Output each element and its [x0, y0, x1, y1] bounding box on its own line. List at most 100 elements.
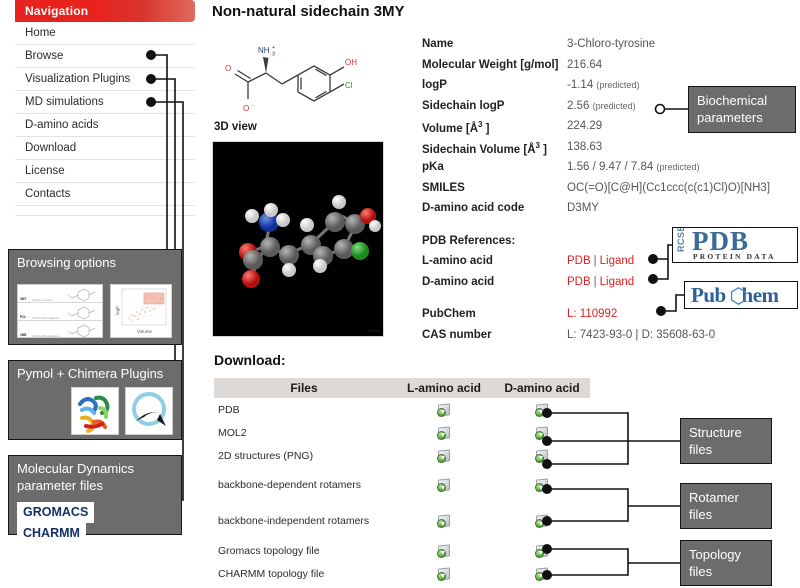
pubchem-row: PubChem L: 110992 — [422, 308, 618, 320]
view3d-label: 3D view — [214, 121, 257, 133]
download-d[interactable] — [494, 398, 590, 421]
callout-md-parameter-files: Molecular Dynamics parameter files GROMA… — [8, 455, 182, 544]
download-icon[interactable] — [535, 425, 549, 440]
download-icon[interactable] — [535, 448, 549, 463]
table-row: 2D structures (PNG) — [214, 444, 590, 467]
download-l[interactable] — [394, 421, 494, 444]
svg-text:NH: NH — [258, 46, 270, 55]
table-row: PDB — [214, 398, 590, 421]
property-row: Molecular Weight [g/mol] 216.64 — [422, 58, 603, 71]
download-l[interactable] — [394, 503, 494, 539]
callout-biochemical-parameters: Biochemical parameters — [688, 86, 796, 133]
file-label: Gromacs topology file — [218, 544, 320, 557]
download-table: Files L-amino acid D-amino acid PDB MOL2… — [214, 378, 590, 585]
hexagon-icon — [730, 287, 747, 305]
viewer-watermark: JSMol — [367, 328, 379, 333]
navigation-sidebar: Navigation Home Browse Visualization Plu… — [15, 0, 195, 216]
callout-pymol-chimera-plugins: Pymol + Chimera Plugins — [8, 360, 182, 440]
sidebar-item-contacts[interactable]: Contacts — [15, 183, 195, 206]
download-l[interactable] — [394, 467, 494, 503]
sidebar-item-download[interactable]: Download — [15, 137, 195, 160]
download-icon[interactable] — [437, 566, 451, 581]
navigation-header: Navigation — [15, 0, 195, 22]
table-row: backbone-dependent rotamers — [214, 467, 590, 503]
sidebar-item-visualization-plugins[interactable]: Visualization Plugins — [15, 68, 195, 91]
molecule-2d-structure: NH 3 + O O - OH Cl — [225, 45, 357, 113]
column-d-amino-acid: D-amino acid — [494, 378, 590, 398]
download-icon[interactable] — [437, 543, 451, 558]
callout-plugins-label: Pymol + Chimera Plugins — [17, 366, 164, 381]
chimera-thumbnail — [125, 387, 173, 435]
callout-browsing-label: Browsing options — [17, 255, 116, 270]
download-d[interactable] — [494, 421, 590, 444]
download-l[interactable] — [394, 562, 494, 585]
file-label: CHARMM topology file — [218, 567, 325, 580]
table-row: backbone-independent rotamers — [214, 503, 590, 539]
browse-table-thumbnail: 3MY 3-Chloro-tyrosine PCL 4-Chloro-Pheny… — [17, 284, 103, 338]
svg-text:O: O — [243, 104, 249, 113]
volume-key: Volume [Å3 ] — [422, 120, 490, 135]
cas-row: CAS number L: 7423-93-0 | D: 35608-63-0 — [422, 328, 716, 341]
property-row: D-amino acid code D3MY — [422, 202, 599, 214]
download-icon[interactable] — [535, 543, 549, 558]
download-d[interactable] — [494, 503, 590, 539]
download-icon[interactable] — [437, 425, 451, 440]
sidebar-item-d-amino-acids[interactable]: D-amino acids — [15, 114, 195, 137]
mini-xlabel: Volume — [137, 329, 153, 334]
pubchem-link[interactable]: L: 110992 — [567, 308, 617, 320]
svg-text:Cl: Cl — [345, 81, 353, 90]
ligand-link-l[interactable]: Ligand — [600, 255, 635, 267]
file-label: 2D structures (PNG) — [218, 449, 314, 462]
ligand-link-d[interactable]: Ligand — [600, 276, 635, 288]
sidebar-item-license[interactable]: License — [15, 160, 195, 183]
download-l[interactable] — [394, 398, 494, 421]
pdb-link-d[interactable]: PDB — [567, 276, 591, 288]
molecule-3d-viewer[interactable]: JSMol — [212, 141, 384, 337]
download-icon[interactable] — [535, 402, 549, 417]
table-row: MOL2 — [214, 421, 590, 444]
callout-topology-files: Topology files — [680, 540, 772, 586]
sidebar-item-browse[interactable]: Browse — [15, 45, 195, 68]
download-l[interactable] — [394, 539, 494, 562]
sidebar-item-home[interactable]: Home — [15, 22, 195, 45]
download-icon[interactable] — [535, 566, 549, 581]
svg-text:3: 3 — [272, 52, 275, 58]
download-d[interactable] — [494, 562, 590, 585]
download-icon[interactable] — [535, 514, 549, 528]
pymol-thumbnail — [71, 387, 119, 435]
charmm-badge: CHARMM — [17, 523, 86, 544]
sidechain-volume-key: Sidechain Volume [Å3 ] — [422, 140, 548, 156]
column-l-amino-acid: L-amino acid — [394, 378, 494, 398]
download-icon[interactable] — [437, 478, 451, 492]
page-title: Non-natural sidechain 3MY — [212, 3, 405, 20]
chimera-logo-icon — [132, 392, 166, 426]
gromacs-badge: GROMACS — [17, 502, 95, 523]
callout-rotamer-files: Rotamer files — [680, 483, 772, 529]
download-icon[interactable] — [535, 478, 549, 492]
property-row: Name 3-Chloro-tyrosine — [422, 38, 656, 50]
browse-scatter-thumbnail: logP Volume — [110, 284, 172, 338]
sidebar-item-md-simulations[interactable]: MD simulations — [15, 91, 195, 114]
download-icon[interactable] — [437, 402, 451, 417]
column-files: Files — [214, 378, 394, 398]
download-icon[interactable] — [437, 448, 451, 463]
rcsb-pdb-logo[interactable]: RCSB PDB PROTEIN DATA BANK — [672, 227, 798, 263]
svg-text:+: + — [272, 45, 275, 51]
pubchem-logo[interactable]: PubOhem — [684, 281, 798, 309]
download-heading: Download: — [214, 352, 286, 368]
download-d[interactable] — [494, 539, 590, 562]
svg-text:OH: OH — [345, 58, 357, 67]
download-d[interactable] — [494, 467, 590, 503]
svg-text:O: O — [225, 64, 231, 73]
download-l[interactable] — [394, 444, 494, 467]
table-header-row: Files L-amino acid D-amino acid — [214, 378, 590, 398]
svg-text:-: - — [252, 103, 254, 109]
file-label: backbone-dependent rotamers — [218, 479, 362, 491]
download-icon[interactable] — [437, 514, 451, 528]
property-row: SMILES OC(=O)[C@H](Cc1ccc(c(c1)Cl)O)[NH3] — [422, 181, 771, 194]
callout-browsing-options: Browsing options 3MY 3-Chloro-tyrosine P… — [8, 249, 182, 345]
callout-md-label: Molecular Dynamics parameter files — [17, 461, 135, 493]
pdb-link-l[interactable]: PDB — [567, 255, 591, 267]
download-d[interactable] — [494, 444, 590, 467]
property-row: pKa 1.56 / 9.47 / 7.84 (predicted) — [422, 161, 700, 173]
